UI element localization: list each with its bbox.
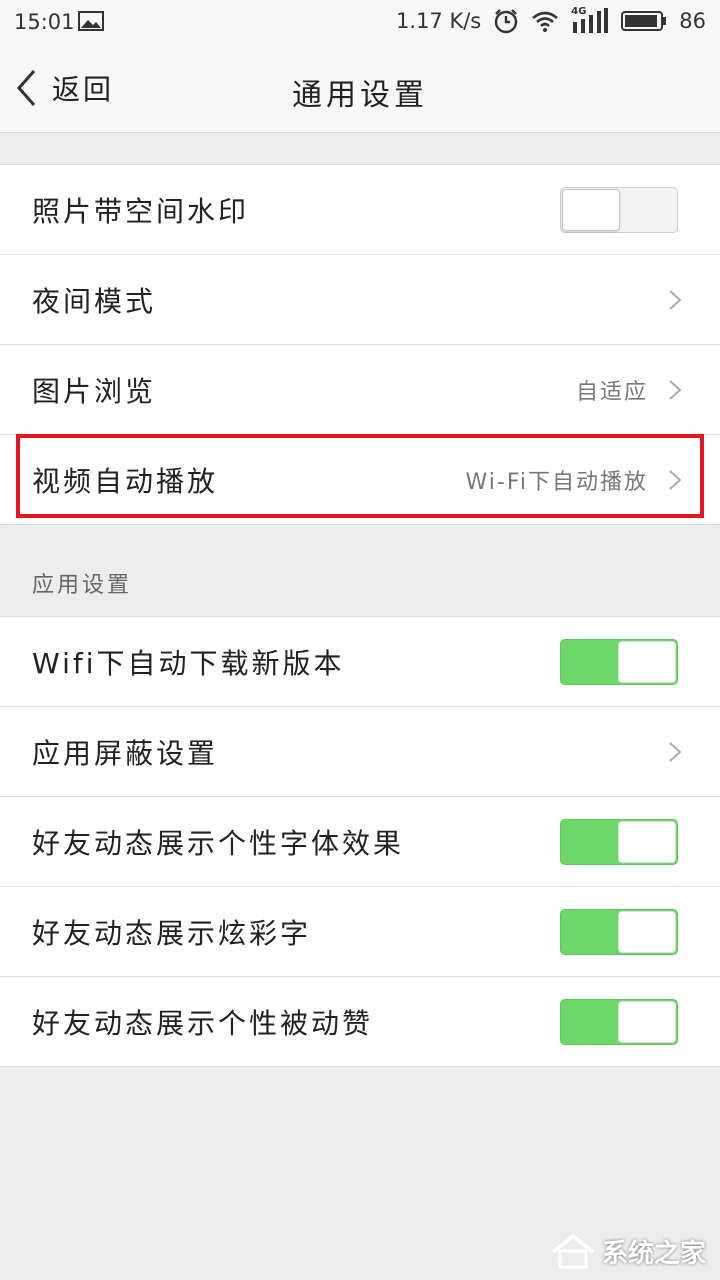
wifi-auto-update-toggle[interactable] — [560, 638, 678, 685]
setting-row-custom-font[interactable]: 好友动态展示个性字体效果 — [0, 797, 720, 887]
toggle-knob — [618, 1000, 676, 1043]
setting-row-colorful-text[interactable]: 好友动态展示炫彩字 — [0, 887, 720, 977]
photo-watermark-toggle[interactable] — [560, 186, 678, 233]
setting-label: 应用屏蔽设置 — [32, 736, 219, 770]
status-time: 15:01 — [14, 10, 75, 34]
setting-row-app-block[interactable]: 应用屏蔽设置 — [0, 707, 720, 797]
wifi-icon — [532, 11, 559, 32]
setting-label: 好友动态展示个性字体效果 — [32, 826, 405, 860]
chevron-right-icon — [669, 380, 682, 400]
general-settings-group: 照片带空间水印 夜间模式 图片浏览 自适应 视频自动播放 Wi-Fi下自动播放 — [0, 164, 720, 525]
battery-level: 86 — [679, 9, 706, 33]
setting-row-wifi-auto-update[interactable]: Wifi下自动下载新版本 — [0, 617, 720, 707]
network-speed: 1.17 K/s — [396, 9, 482, 33]
setting-label: 好友动态展示炫彩字 — [32, 916, 312, 950]
setting-label: 照片带空间水印 — [32, 194, 250, 228]
alarm-icon — [495, 9, 518, 34]
setting-label: 夜间模式 — [32, 284, 157, 318]
custom-like-toggle[interactable] — [560, 998, 678, 1045]
toggle-knob — [562, 188, 620, 231]
chevron-right-icon — [669, 290, 682, 310]
toggle-knob — [618, 910, 676, 953]
chevron-right-icon — [669, 470, 682, 490]
colorful-text-toggle[interactable] — [560, 908, 678, 955]
battery-icon — [621, 11, 667, 31]
house-logo-icon — [551, 1233, 595, 1269]
site-watermark: 系统之家 — [550, 1232, 706, 1270]
signal-icon: 4G — [571, 6, 609, 34]
watermark-text: 系统之家 — [601, 1238, 706, 1269]
setting-row-image-browsing[interactable]: 图片浏览 自适应 — [0, 345, 720, 435]
image-icon — [78, 11, 104, 31]
setting-row-night-mode[interactable]: 夜间模式 — [0, 255, 720, 345]
setting-row-photo-watermark[interactable]: 照片带空间水印 — [0, 165, 720, 255]
setting-row-video-autoplay[interactable]: 视频自动播放 Wi-Fi下自动播放 — [0, 435, 720, 524]
setting-value: Wi-Fi下自动播放 — [465, 469, 648, 495]
setting-label: Wifi下自动下载新版本 — [32, 646, 345, 680]
page-title: 通用设置 — [292, 78, 428, 113]
setting-value: 自适应 — [575, 379, 648, 405]
setting-label: 视频自动播放 — [32, 464, 219, 498]
app-settings-group: Wifi下自动下载新版本 应用屏蔽设置 好友动态展示个性字体效果 好友动态展示炫… — [0, 616, 720, 1067]
status-bar: 15:01 1.17 K/s 4G 86 — [0, 0, 720, 44]
setting-label: 好友动态展示个性被动赞 — [32, 1006, 374, 1040]
setting-row-custom-like[interactable]: 好友动态展示个性被动赞 — [0, 977, 720, 1066]
custom-font-toggle[interactable] — [560, 818, 678, 865]
setting-label: 图片浏览 — [32, 374, 157, 408]
toggle-knob — [618, 820, 676, 863]
nav-bar: 返回 通用设置 — [0, 44, 720, 133]
chevron-right-icon — [669, 742, 682, 762]
toggle-knob — [618, 640, 676, 683]
section-header-app-settings: 应用设置 — [32, 573, 133, 598]
